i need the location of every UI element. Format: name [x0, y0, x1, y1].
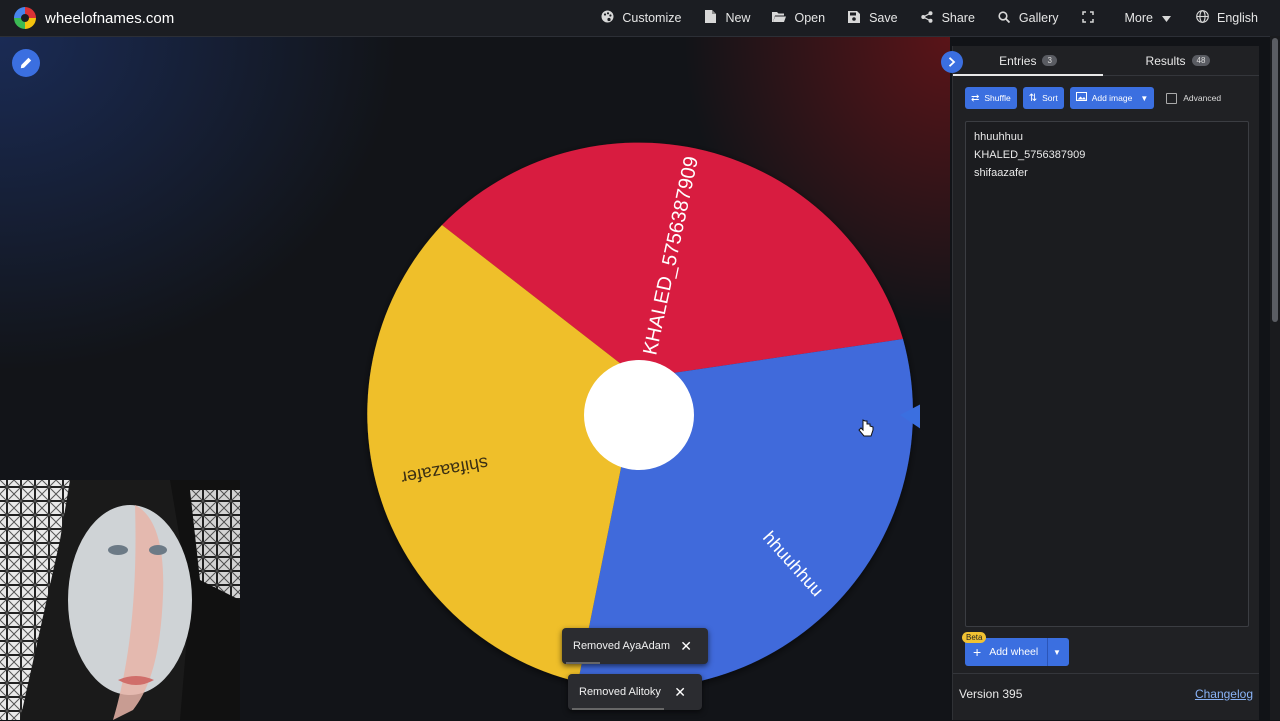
new-label: New [725, 11, 751, 25]
entry-line: shifaazafer [974, 167, 1028, 179]
file-icon [703, 10, 717, 26]
entry-line: KHALED_5756387909 [974, 149, 1086, 161]
share-label: Share [941, 11, 975, 25]
toast-progress [566, 662, 600, 664]
panel-footer: Version 395 Changelog [953, 673, 1259, 721]
tab-results[interactable]: Results 48 [1103, 46, 1253, 75]
share-button[interactable]: Share [920, 10, 975, 26]
top-nav: Customize New Open Save Share Gallery Mo… [600, 0, 1280, 36]
toast-text: Removed Alitoky [579, 686, 661, 698]
toast-close-button[interactable]: ✕ [674, 684, 686, 701]
entries-toolbar: ⇄ Shuffle ⇅ Sort Add image ▼ Advanced [965, 87, 1221, 109]
fullscreen-icon [1081, 10, 1095, 26]
customize-label: Customize [622, 11, 682, 25]
toast-progress [572, 708, 664, 710]
sort-button[interactable]: ⇅ Sort [1022, 87, 1064, 109]
top-bar: wheelofnames.com Customize New Open Save [0, 0, 1280, 37]
panel-tabs: Entries 3 Results 48 [953, 46, 1259, 76]
plus-icon: + [973, 644, 982, 660]
toast-removed-alitoky: Removed Alitoky ✕ [568, 674, 702, 710]
caret-down-icon [1159, 11, 1173, 25]
wheel[interactable]: KHALED_5756387909 hhuuhhuu shifaazafer [360, 137, 920, 697]
toast-text: Removed AyaAdam [573, 640, 671, 652]
more-menu[interactable]: More [1125, 11, 1173, 25]
fullscreen-button[interactable] [1081, 10, 1103, 26]
image-icon [1075, 92, 1087, 104]
site-name: wheelofnames.com [45, 9, 175, 27]
divider [1047, 638, 1048, 666]
shuffle-icon: ⇄ [971, 92, 980, 104]
more-label: More [1124, 11, 1153, 25]
scrollbar-thumb[interactable] [1272, 38, 1278, 322]
collapse-panel-button[interactable] [941, 51, 963, 73]
language-button[interactable]: English [1195, 10, 1258, 26]
folder-open-icon [772, 11, 787, 26]
toast-removed-ayaadam: Removed AyaAdam ✕ [562, 628, 708, 664]
beta-badge: Beta [962, 632, 987, 643]
caret-down-icon[interactable]: ▼ [1053, 648, 1061, 657]
toast-close-button[interactable]: ✕ [680, 638, 692, 655]
gallery-label: Gallery [1018, 11, 1059, 25]
save-label: Save [869, 11, 898, 25]
floppy-disk-icon [847, 10, 861, 26]
search-icon [997, 10, 1011, 26]
shuffle-label: Shuffle [984, 93, 1011, 103]
share-icon [920, 10, 934, 26]
gallery-button[interactable]: Gallery [997, 10, 1059, 26]
advanced-checkbox[interactable]: Advanced [1166, 92, 1222, 104]
add-image-button[interactable]: Add image ▼ [1069, 87, 1155, 109]
globe-icon [1195, 10, 1209, 26]
entries-panel: Entries 3 Results 48 ⇄ Shuffle ⇅ Sort Ad… [952, 46, 1259, 720]
portrait-image [0, 480, 240, 720]
entries-count-badge: 3 [1042, 55, 1057, 66]
sort-label: Sort [1042, 93, 1058, 103]
tab-entries[interactable]: Entries 3 [953, 46, 1103, 76]
page-scrollbar[interactable] [1270, 36, 1280, 720]
edit-pencil-button[interactable] [12, 49, 40, 77]
pencil-icon [20, 57, 32, 69]
tab-entries-label: Entries [999, 53, 1037, 68]
changelog-link[interactable]: Changelog [1195, 687, 1253, 701]
palette-icon [600, 10, 614, 26]
webcam-photo-overlay [0, 480, 240, 720]
sort-icon: ⇅ [1028, 92, 1038, 104]
open-label: Open [794, 11, 826, 25]
advanced-label: Advanced [1183, 93, 1222, 103]
tab-results-label: Results [1145, 53, 1186, 68]
caret-down-icon: ▼ [1140, 93, 1149, 103]
wheel-center-hub[interactable] [584, 360, 694, 470]
chevron-right-icon [948, 57, 956, 67]
save-button[interactable]: Save [847, 10, 898, 26]
new-button[interactable]: New [703, 10, 750, 26]
add-image-label: Add image [1091, 93, 1133, 103]
hand-cursor-icon [858, 419, 874, 437]
results-count-badge: 48 [1191, 55, 1211, 66]
wheel-stage: KHALED_5756387909 hhuuhhuu shifaazafer R… [0, 37, 950, 720]
version-text: Version 395 [959, 687, 1023, 701]
wheel-logo-icon [14, 7, 36, 29]
entries-textarea[interactable]: hhuuhhuu KHALED_5756387909 shifaazafer [965, 121, 1249, 627]
add-wheel-label: Add wheel [989, 646, 1039, 658]
language-label: English [1217, 11, 1258, 25]
wheel-container[interactable]: KHALED_5756387909 hhuuhhuu shifaazafer [360, 137, 920, 697]
brand[interactable]: wheelofnames.com [14, 7, 174, 29]
shuffle-button[interactable]: ⇄ Shuffle [965, 87, 1017, 109]
checkbox-icon [1166, 92, 1178, 104]
customize-button[interactable]: Customize [600, 10, 681, 26]
open-button[interactable]: Open [772, 11, 825, 26]
entry-line: hhuuhhuu [974, 131, 1023, 143]
